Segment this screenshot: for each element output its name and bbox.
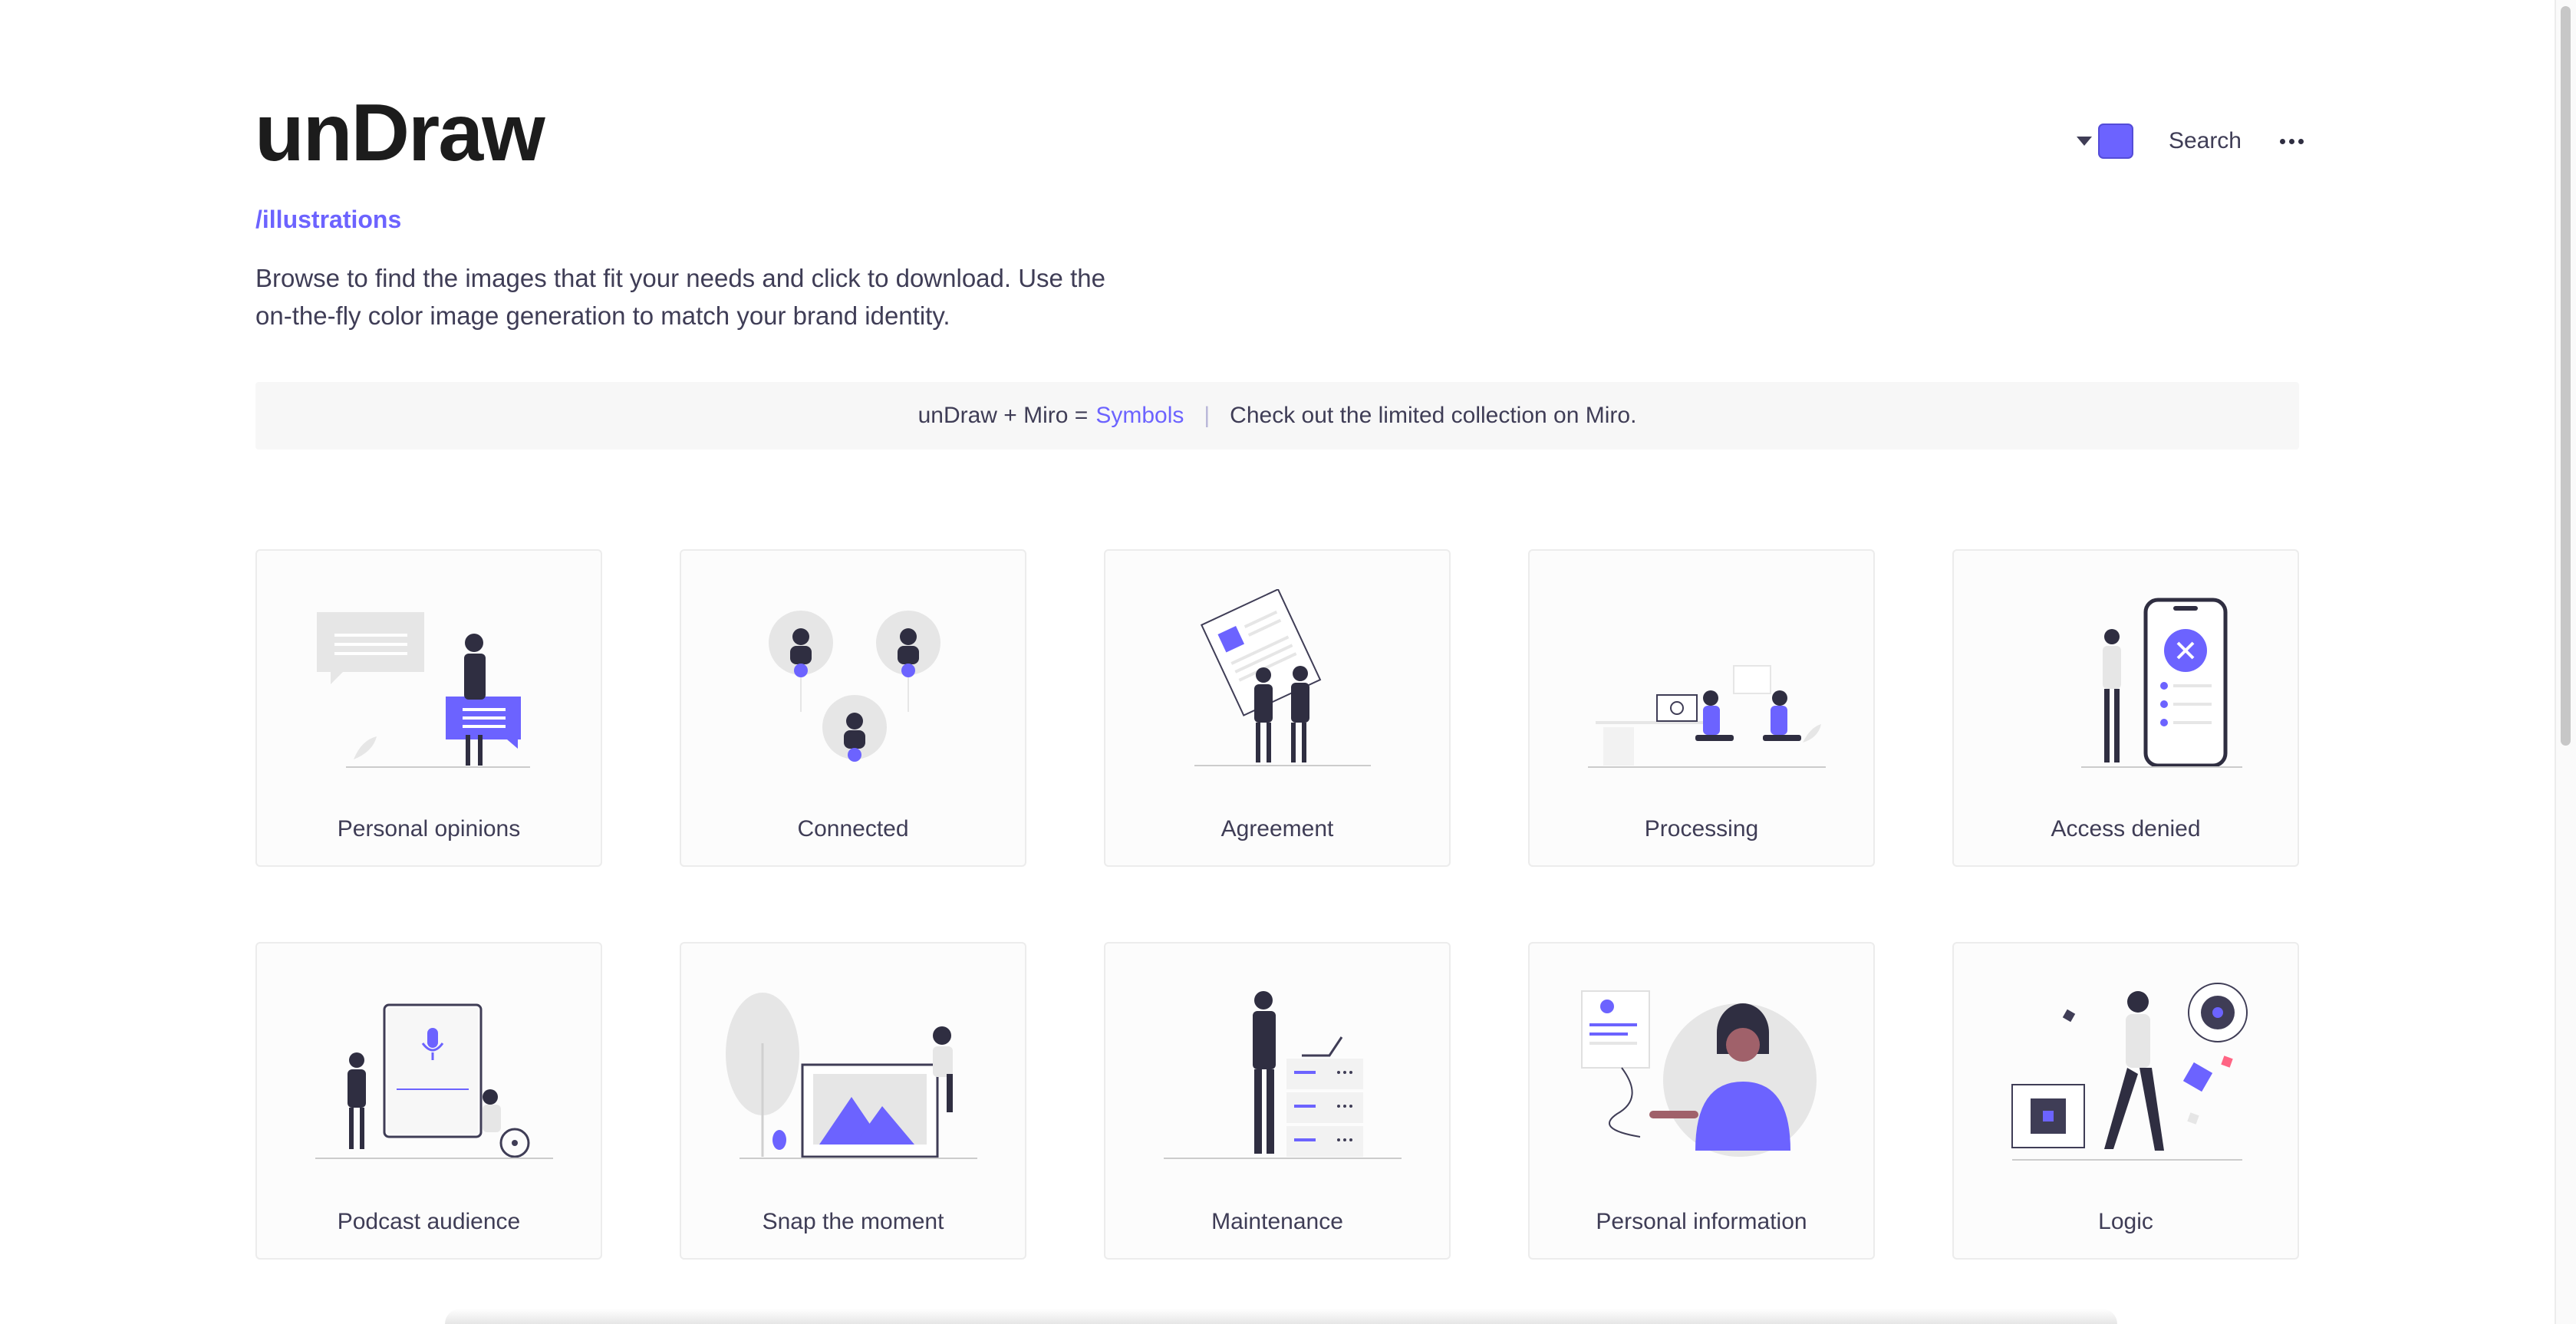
illustration-card[interactable]: Personal opinions	[255, 549, 602, 867]
illustration-title: Maintenance	[1211, 1209, 1343, 1234]
illustration-card[interactable]: Logic	[1952, 942, 2299, 1260]
search-link[interactable]: Search	[2169, 128, 2242, 154]
logo[interactable]: unDraw	[255, 92, 545, 173]
podcast-audience-illustration	[315, 1003, 553, 1159]
personal-opinions-illustration	[317, 612, 530, 768]
page-intro: Browse to find the images that fit your …	[255, 264, 1105, 330]
illustration-card[interactable]: Processing	[1528, 549, 1875, 867]
illustration-card[interactable]: Snap the moment	[680, 942, 1026, 1260]
illustration-title: Podcast audience	[337, 1209, 521, 1234]
more-horizontal-icon	[2280, 138, 2285, 144]
caret-down-icon[interactable]	[2076, 137, 2092, 146]
logic-illustration	[2011, 983, 2248, 1161]
illustration-card[interactable]: Podcast audience	[255, 942, 602, 1260]
banner-separator: |	[1204, 403, 1211, 428]
maintenance-illustration	[1164, 991, 1402, 1159]
illustration-card[interactable]: Connected	[680, 549, 1026, 867]
agreement-illustration	[1194, 589, 1371, 766]
illustration-card[interactable]: Personal information	[1528, 942, 1875, 1260]
scrollbar-thumb[interactable]	[2561, 6, 2571, 746]
illustration-title: Agreement	[1220, 816, 1334, 841]
miro-banner: unDraw + Miro = Symbols | Check out the …	[255, 382, 2299, 450]
illustration-grid: Personal opinions Connected Agreement Pr…	[255, 549, 2299, 1260]
illustration-title: Personal information	[1596, 1209, 1807, 1234]
illustration-card[interactable]: Agreement	[1104, 549, 1451, 867]
illustration-title: Personal opinions	[337, 816, 521, 841]
illustration-title: Connected	[797, 816, 909, 841]
snap-the-moment-illustration	[726, 993, 977, 1159]
processing-illustration	[1588, 665, 1826, 768]
illustration-title: Processing	[1644, 816, 1759, 841]
banner-text: Check out the limited collection on Miro…	[1230, 403, 1637, 428]
more-menu-button[interactable]	[2280, 138, 2304, 144]
illustration-title: Snap the moment	[762, 1209, 944, 1234]
illustration-title: Access denied	[2051, 816, 2201, 841]
color-picker-button[interactable]	[2097, 124, 2133, 159]
illustration-card[interactable]: Maintenance	[1104, 942, 1451, 1260]
personal-information-illustration	[1581, 990, 1817, 1157]
banner-prefix: unDraw + Miro =	[917, 403, 1089, 428]
illustration-title: Logic	[2098, 1209, 2153, 1234]
symbols-link[interactable]: Symbols	[1095, 403, 1184, 429]
illustration-card[interactable]: Access denied	[1952, 549, 2299, 867]
connected-illustration	[769, 611, 940, 762]
breadcrumb[interactable]: /illustrations	[255, 206, 401, 234]
scrollbar[interactable]	[2555, 0, 2576, 1324]
access-denied-illustration	[2081, 598, 2242, 768]
bottom-shadow	[445, 1309, 2117, 1324]
top-nav: Search	[2076, 121, 2304, 161]
